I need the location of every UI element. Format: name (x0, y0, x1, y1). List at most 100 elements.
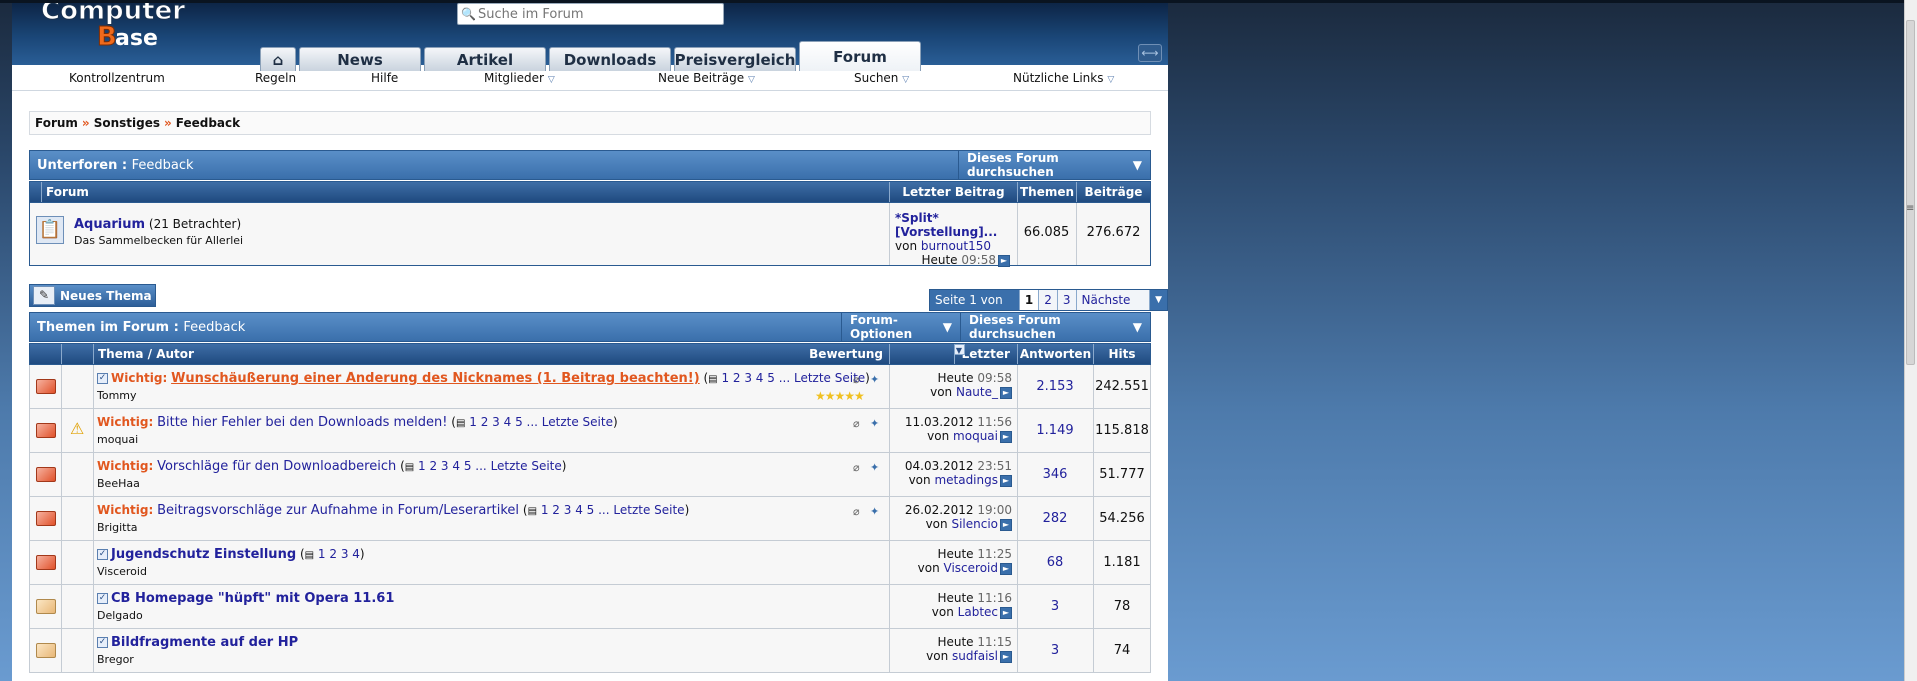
subforum-search-button[interactable]: Dieses Forum durchsuchen ▼ (958, 151, 1150, 179)
thread-title-link[interactable]: Bitte hier Fehler bei den Downloads meld… (157, 415, 447, 430)
subforums-header: Unterforen : Feedback Dieses Forum durch… (29, 150, 1151, 180)
subforums-column-header: Forum Letzter Beitrag Themen Beiträge (29, 181, 1151, 203)
breadcrumb-sonstiges[interactable]: Sonstiges (94, 116, 160, 130)
subnav-regeln[interactable]: Regeln (255, 71, 296, 85)
reply-count[interactable]: 282 (1017, 511, 1093, 526)
thread-author[interactable]: Visceroid (97, 565, 887, 578)
attachment-icon: ⌀ (853, 373, 860, 386)
subforum-themen-count: 66.085 (1023, 225, 1070, 240)
goto-last-post-icon[interactable]: ► (1000, 386, 1012, 399)
hit-count: 54.256 (1099, 511, 1145, 526)
page-3[interactable]: 3 (1057, 290, 1077, 310)
goto-last-post-icon[interactable]: ► (1000, 650, 1012, 663)
thread-author[interactable]: moquai (97, 433, 887, 446)
thread-title-link[interactable]: Beitragsvorschläge zur Aufnahme in Forum… (157, 503, 519, 518)
new-thread-button[interactable]: ✎ Neues Thema (29, 284, 156, 307)
thread-status-icon (36, 555, 56, 570)
col-bewertung[interactable]: Bewertung (760, 344, 889, 364)
subnav-neue-beitraege[interactable]: Neue Beiträge ▽ (658, 71, 755, 85)
forum-link-aquarium[interactable]: Aquarium (74, 217, 145, 232)
last-post-author[interactable]: burnout150 (921, 239, 991, 253)
forum-options-button[interactable]: Forum-Optionen ▼ (841, 313, 960, 341)
last-page-link[interactable]: Letzte Seite (542, 415, 613, 429)
thread-author[interactable]: Brigitta (97, 521, 887, 534)
thread-status-icon (36, 511, 56, 526)
thread-page-links[interactable]: 1 2 3 4 5 ... (541, 503, 610, 517)
breadcrumb-forum[interactable]: Forum (35, 116, 78, 130)
thread-author[interactable]: Tommy (97, 389, 887, 402)
goto-last-post-icon[interactable]: ► (1000, 562, 1012, 575)
thread-pages: (▤ 1 2 3 4) (299, 547, 365, 561)
subnav-mitglieder[interactable]: Mitglieder ▽ (484, 71, 555, 85)
subnav-suchen[interactable]: Suchen ▽ (854, 71, 909, 85)
thread-row: ⚠ Wichtig: Bitte hier Fehler bei den Down… (29, 409, 1151, 453)
col-letzter-beitrag[interactable]: Letzter Beitrag ▼ (889, 344, 1017, 381)
thread-page-links[interactable]: 1 2 3 4 5 ... (469, 415, 538, 429)
reply-count[interactable]: 68 (1017, 555, 1093, 570)
goto-last-post-icon[interactable]: ► (1000, 430, 1012, 443)
thread-title-link[interactable]: CB Homepage "hüpft" mit Opera 11.61 (111, 591, 394, 606)
col-hits[interactable]: Hits (1093, 344, 1150, 364)
thread-title-link[interactable]: Vorschläge für den Downloadbereich (157, 459, 396, 474)
thread-search-button[interactable]: Dieses Forum durchsuchen ▼ (960, 313, 1150, 341)
page-2[interactable]: 2 (1039, 290, 1058, 310)
next-page-link[interactable]: Nächste > (1076, 290, 1151, 327)
thread-status-icon (36, 643, 56, 658)
threads-title-sub: Feedback (183, 319, 246, 335)
important-prefix: Wichtig: (97, 503, 154, 517)
last-post-author[interactable]: metadings (934, 473, 998, 487)
last-post-author[interactable]: Silencio (951, 517, 998, 531)
thread-author[interactable]: Delgado (97, 609, 887, 622)
thread-author[interactable]: Bregor (97, 653, 887, 666)
logo-text-b: B (97, 22, 117, 52)
sort-icon[interactable]: ▼ (953, 344, 965, 355)
multipage-icon: ▤ (404, 462, 415, 473)
reply-count[interactable]: 1.149 (1017, 423, 1093, 438)
hit-count: 78 (1113, 599, 1131, 614)
last-page-link[interactable]: Letzte Seite (613, 503, 684, 517)
page-navigation: Seite 1 von 3 1 2 3 Nächste > ▼ (929, 289, 1168, 327)
reply-count[interactable]: 346 (1017, 467, 1093, 482)
thread-page-links[interactable]: 1 2 3 4 (318, 547, 360, 561)
thread-author[interactable]: BeeHaa (97, 477, 887, 490)
thread-title-link[interactable]: Bildfragmente auf der HP (111, 635, 298, 650)
last-post-author[interactable]: Naute_ (956, 385, 998, 399)
thread-title-link[interactable]: Wunschäußerung einer Änderung des Nickna… (171, 371, 700, 386)
goto-last-post-icon[interactable]: ► (1000, 518, 1012, 531)
subnav-hilfe[interactable]: Hilfe (371, 71, 398, 85)
subscribed-icon: ✓ (97, 373, 108, 384)
warning-icon: ⚠ (70, 419, 85, 438)
hit-count: 74 (1113, 643, 1131, 658)
search-input[interactable] (477, 6, 718, 22)
goto-last-post-icon[interactable]: ► (1000, 474, 1012, 487)
reply-count[interactable]: 2.153 (1017, 379, 1093, 394)
pin-icon: ✦ (870, 461, 880, 474)
rating-stars: ★★★★★ (815, 389, 865, 403)
chevron-down-icon: ▽ (902, 74, 910, 85)
last-page-link[interactable]: Letzte Seite (491, 459, 562, 473)
last-post-author[interactable]: sudfaisl (952, 649, 998, 663)
thread-title-link[interactable]: Jugendschutz Einstellung (111, 547, 296, 562)
last-post-link[interactable]: *Split* [Vorstellung]... (895, 211, 997, 239)
subnav-nuetzliche-links[interactable]: Nützliche Links ▽ (1013, 71, 1114, 85)
subnav-kontrollzentrum[interactable]: Kontrollzentrum (69, 71, 165, 85)
col-antworten[interactable]: Antworten (1017, 344, 1093, 364)
reply-count[interactable]: 3 (1017, 599, 1093, 614)
thread-page-links[interactable]: 1 2 3 4 5 ... (721, 371, 790, 385)
last-post-author[interactable]: moquai (953, 429, 998, 443)
goto-last-post-icon[interactable]: ► (1000, 606, 1012, 619)
last-post-author[interactable]: Labtec (958, 605, 998, 619)
goto-last-post-icon[interactable]: ► (998, 254, 1010, 267)
chevron-down-icon[interactable]: ▼ (1150, 290, 1167, 310)
pin-icon: ✦ (870, 373, 880, 386)
expand-width-icon[interactable]: ⟷ (1138, 44, 1162, 62)
thread-page-links[interactable]: 1 2 3 4 5 ... (418, 459, 487, 473)
scrollbar-thumb[interactable] (1906, 20, 1915, 365)
thread-pages: (▤ 1 2 3 4 5 ... Letzte Seite) (703, 371, 870, 385)
forum-search-box[interactable]: 🔍 (457, 3, 724, 25)
computerbase-logo[interactable]: Computer B ase (27, 3, 187, 59)
reply-count[interactable]: 3 (1017, 643, 1093, 658)
thread-row: ✓ Jugendschutz Einstellung (▤ 1 2 3 4) Vis… (29, 541, 1151, 585)
new-thread-icon: ✎ (33, 286, 55, 305)
last-post-author[interactable]: Visceroid (944, 561, 998, 575)
